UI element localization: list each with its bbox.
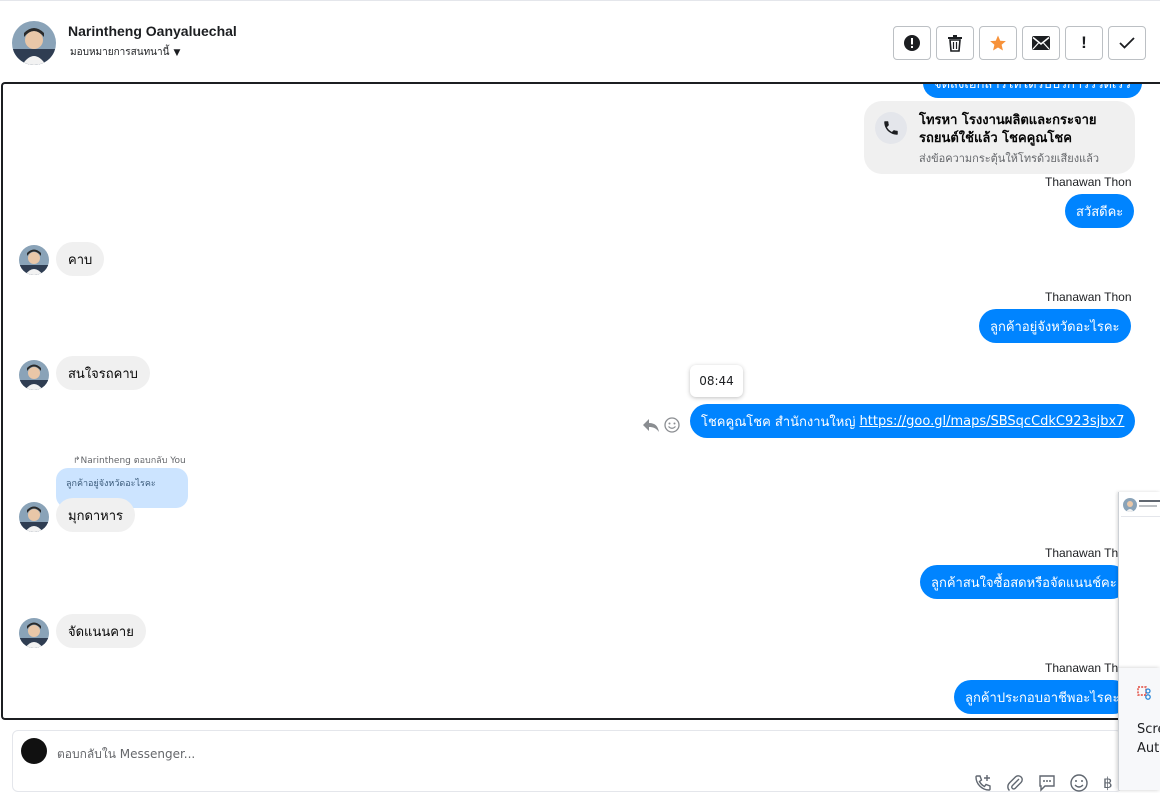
panel-subtitle-line [1139,505,1157,507]
message-bubble-outgoing[interactable]: ลูกค้าสนใจซื้อสดหรือจัดแนนช์คะ [920,565,1128,599]
message-bubble-outgoing[interactable]: ลูกค้าประกอบอาชีพอะไรคะ [954,680,1131,714]
saved-reply-icon[interactable] [1037,773,1057,793]
sender-name: Thanawan Thon [1045,290,1132,304]
message-text: มุกดาหาร [68,508,124,524]
mark-unread-button[interactable] [1022,26,1060,60]
contact-avatar [19,360,49,390]
react-emoji-icon[interactable] [664,417,680,433]
side-chat-panel[interactable] [1118,492,1160,672]
message-text: สวัสดีคะ [1076,204,1124,220]
panel-title-line [1139,500,1160,502]
message-bubble-incoming[interactable]: สนใจรถคาบ [56,356,150,390]
reply-arrow-icon: ↱ [73,456,81,466]
message-bubble-outgoing[interactable]: สวัสดีคะ [1065,194,1135,228]
reply-composer[interactable]: ตอบกลับใน Messenger... ฿ [12,730,1122,792]
reply-context-label: ↱Narintheng ตอบกลับ You [73,453,186,467]
reply-context-text: Narintheng ตอบกลับ You [80,456,186,466]
contact-avatar[interactable] [12,21,56,65]
snipping-tool-icon [1137,686,1151,700]
message-text: จัดแนนคาย [68,624,134,640]
mark-done-button[interactable] [1108,26,1146,60]
message-bubble-outgoing[interactable]: ลูกค้าอยู่จังหวัดอะไรคะ [979,309,1131,343]
contact-avatar [19,618,49,648]
screenshot-notification[interactable]: Scre Auto [1118,668,1160,790]
message-text: สนใจรถคาบ [68,366,138,382]
checkmark-icon [1119,37,1135,49]
envelope-icon [1032,36,1050,50]
message-text: ลูกค้าสนใจซื้อสดหรือจัดแนนช์คะ [931,575,1117,591]
reply-input[interactable]: ตอบกลับใน Messenger... [57,745,195,764]
phone-icon [875,112,907,144]
star-button[interactable] [979,26,1017,60]
attachment-icon[interactable] [1005,773,1025,793]
message-bubble-incoming[interactable]: มุกดาหาร [56,498,136,532]
map-link[interactable]: https://goo.gl/maps/SBSqcCdkC923sjbx7 [860,414,1125,429]
notification-title: Scre [1137,722,1160,737]
star-icon [990,35,1006,51]
message-bubble-incoming[interactable]: จัดแนนคาย [56,614,146,648]
message-text: ลูกค้าอยู่จังหวัดอะไรคะ [990,319,1120,335]
sender-name: Thanawan Thon [1045,175,1132,189]
report-spam-button[interactable] [893,26,931,60]
call-card-title: โทรหา โรงงานผลิตและกระจายรถยนต์ใช้แล้ว โ… [919,113,1097,146]
message-bubble-outgoing[interactable]: จัดส่งเอกสารให้ได้รับบริการรวดเร็ว [923,82,1142,98]
panel-divider [1121,516,1160,517]
phone-plus-icon[interactable] [973,773,993,793]
message-text: จัดส่งเอกสารให้ได้รับบริการรวดเร็ว [934,82,1131,92]
timestamp-tooltip: 08:44 [690,365,743,397]
contact-avatar [1123,498,1137,512]
conversation-header: Narintheng Oanyaluechal มอบหมายการสนทนาน… [0,0,1160,82]
contact-avatar [19,502,49,532]
message-text: ลูกค้าประกอบอาชีพอะไรคะ [965,690,1120,706]
page-avatar [21,738,47,764]
message-text: โชคคูณโชค สำนักงานใหญ่ [701,414,860,430]
message-thread[interactable]: จัดส่งเอกสารให้ได้รับบริการรวดเร็ว โทรหา… [1,82,1160,720]
caret-down-icon: ▼ [173,47,181,58]
notification-body: Auto [1137,741,1160,756]
emoji-icon[interactable] [1069,773,1089,793]
assign-conversation-dropdown[interactable]: มอบหมายการสนทนานี้ ▼ [70,45,180,60]
delete-button[interactable] [936,26,974,60]
contact-name[interactable]: Narintheng Oanyaluechal [68,23,237,39]
exclamation-icon: ! [1081,33,1087,52]
call-card-subtitle: ส่งข้อความกระตุ้นให้โทรด้วยเสียงแล้ว [919,152,1100,165]
important-button[interactable]: ! [1065,26,1103,60]
message-bubble-outgoing[interactable]: โชคคูณโชค สำนักงานใหญ่ https://goo.gl/ma… [690,404,1136,438]
call-request-card[interactable]: โทรหา โรงงานผลิตและกระจายรถยนต์ใช้แล้ว โ… [864,101,1135,174]
assign-label: มอบหมายการสนทนานี้ [70,47,170,58]
trash-icon [948,34,962,52]
reply-icon[interactable] [642,417,660,433]
message-text: คาบ [68,252,93,268]
contact-avatar [19,245,49,275]
message-bubble-incoming[interactable]: คาบ [56,242,105,276]
alert-circle-icon [904,35,920,51]
